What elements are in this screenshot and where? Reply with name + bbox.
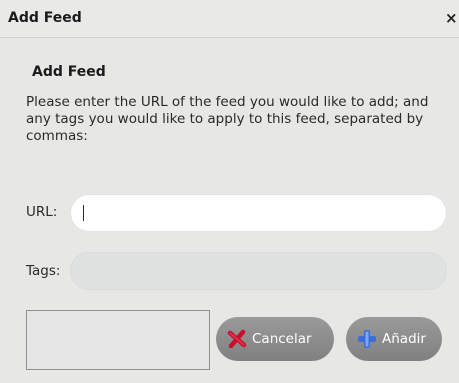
preview-box <box>26 310 210 370</box>
url-label: URL: <box>26 204 58 220</box>
cancel-button[interactable]: Cancelar <box>216 317 334 361</box>
tags-label: Tags: <box>26 263 61 279</box>
instructions-text: Please enter the URL of the feed you wou… <box>26 94 429 144</box>
window-title: Add Feed <box>8 10 82 26</box>
close-icon[interactable]: × <box>445 10 458 26</box>
dialog-heading: Add Feed <box>32 64 106 80</box>
window-titlebar: Add Feed × <box>0 0 459 38</box>
cancel-button-label: Cancelar <box>252 331 312 347</box>
cancel-x-icon <box>226 328 248 350</box>
add-plus-icon <box>356 328 378 350</box>
url-input[interactable] <box>70 194 447 232</box>
add-feed-dialog: Add Feed × Add Feed Please enter the URL… <box>0 0 459 383</box>
text-cursor <box>83 205 84 221</box>
add-button[interactable]: Añadir <box>346 317 442 361</box>
add-button-label: Añadir <box>382 331 426 347</box>
tags-input[interactable] <box>70 252 447 290</box>
